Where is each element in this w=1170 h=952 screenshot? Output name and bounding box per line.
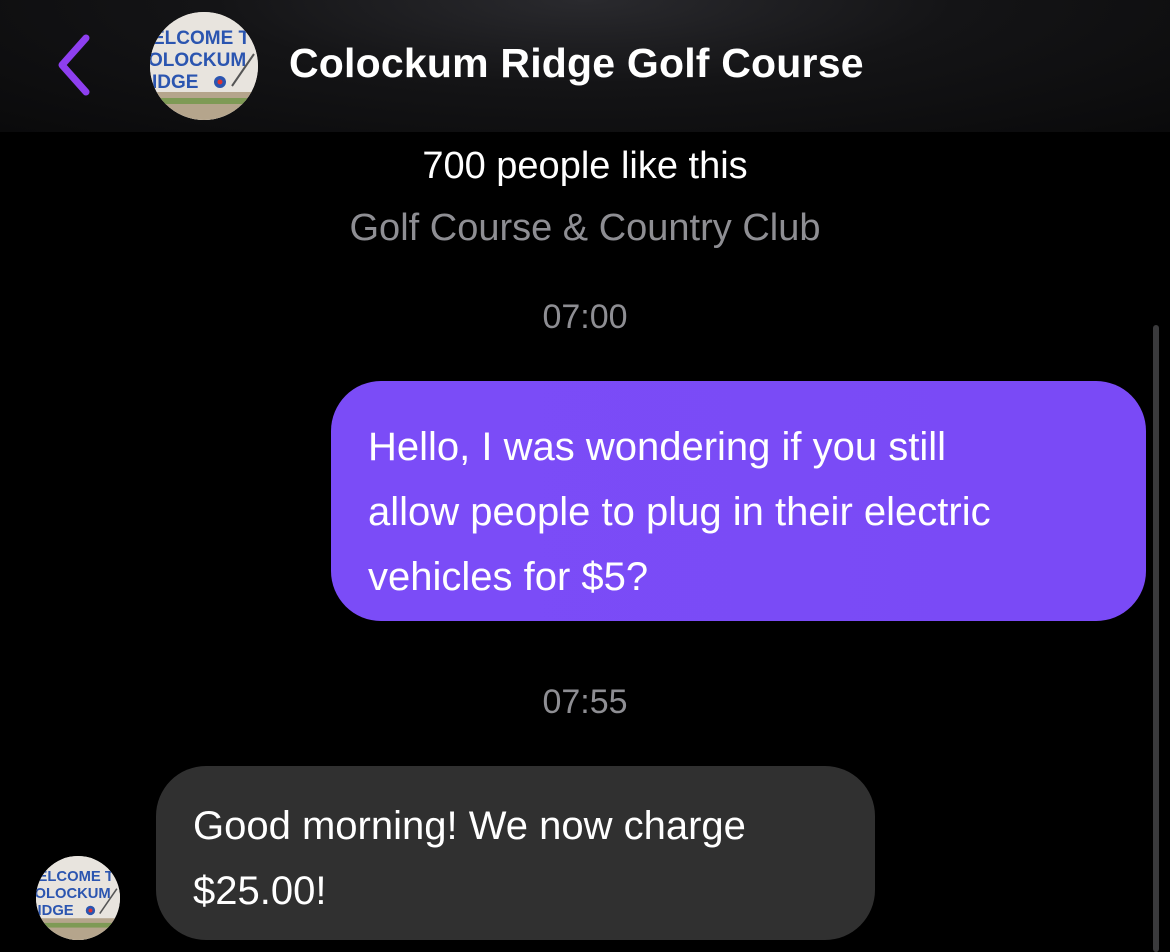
sender-avatar[interactable]: ELCOME T OLOCKUM IDGE xyxy=(36,856,120,940)
avatar-sign-line-2: OLOCKUM xyxy=(36,886,111,902)
avatar-sign-line-3: IDGE xyxy=(38,903,74,919)
outgoing-message-bubble[interactable]: Hello, I was wondering if you still allo… xyxy=(331,381,1146,621)
conversation-header: ELCOME T OLOCKUM IDGE Colockum Ridge Gol… xyxy=(0,0,1170,132)
message-text-line: allow people to plug in their electric xyxy=(368,490,991,534)
message-text-line: $25.00! xyxy=(193,869,327,913)
avatar-sign-line-1: ELCOME T xyxy=(38,869,114,885)
scrollbar[interactable] xyxy=(1153,325,1159,952)
page-category: Golf Course & Country Club xyxy=(349,207,821,249)
message-text-line: vehicles for $5? xyxy=(368,555,649,599)
avatar-sign-line-3: IDGE xyxy=(152,72,198,93)
message-text-line: Good morning! We now charge xyxy=(193,804,746,848)
message-timestamp: 07:55 xyxy=(542,683,628,721)
page-likes-count: 700 people like this xyxy=(422,145,748,187)
page-avatar[interactable]: ELCOME T OLOCKUM IDGE xyxy=(150,12,258,120)
avatar-sign-line-2: OLOCKUM xyxy=(150,50,246,71)
back-button[interactable] xyxy=(50,30,100,100)
chevron-left-icon xyxy=(58,34,90,96)
message-text-line: Hello, I was wondering if you still xyxy=(368,425,947,469)
conversation-title[interactable]: Colockum Ridge Golf Course xyxy=(289,40,864,87)
incoming-message-bubble[interactable]: Good morning! We now charge $25.00! xyxy=(156,766,875,940)
avatar-sign-line-1: ELCOME T xyxy=(152,28,251,49)
message-timestamp: 07:00 xyxy=(542,298,628,336)
